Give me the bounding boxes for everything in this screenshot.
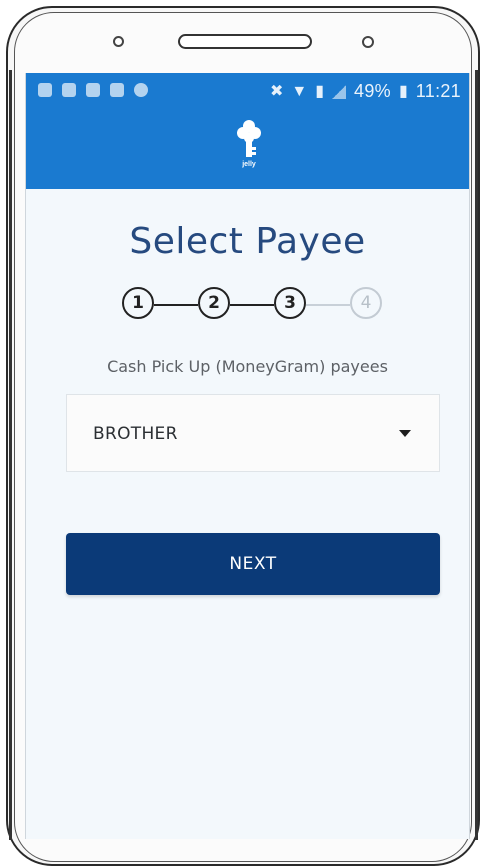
status-bar: ✖ ▼ ▮ 49% ▮ 11:21 [26,79,469,107]
system-icons: ✖ ▼ ▮ 49% ▮ 11:21 [270,81,461,102]
sim-icon [110,83,124,97]
app-screen: ✖ ▼ ▮ 49% ▮ 11:21 jelly Select Payee 1 2… [25,73,470,839]
page-title: Select Payee [129,221,366,262]
battery-percent: 49% [354,81,391,101]
sim-card-icon: ▮ [315,82,325,100]
step-3: 3 [274,287,306,319]
status-clock: 11:21 [415,81,461,101]
step-connector [230,304,274,306]
step-2: 2 [198,287,230,319]
payee-selected-value: BROTHER [93,424,178,444]
earpiece-speaker [178,34,312,49]
signal-icon [332,84,347,99]
step-1: 1 [122,287,154,319]
sync-icon [134,83,148,97]
front-camera-icon [362,36,374,48]
payee-select[interactable]: BROTHER [66,394,440,472]
wifi-icon: ▼ [291,82,308,100]
chevron-down-icon [399,430,411,437]
camera-icon [62,83,76,97]
next-button[interactable]: NEXT [66,533,440,595]
key-logo-icon [237,120,261,157]
jelly-logo: jelly [234,117,264,177]
gallery-icon [86,83,100,97]
progress-stepper: 1 2 3 4 [122,285,402,325]
battery-icon: ▮ [398,82,408,100]
mute-icon: ✖ [269,82,284,100]
notification-icons [38,83,148,97]
logo-text: jelly [242,161,256,168]
app-header: ✖ ▼ ▮ 49% ▮ 11:21 jelly [26,73,469,189]
phone-edge-right [475,70,478,840]
front-sensor-icon [113,36,124,47]
payees-label: Cash Pick Up (MoneyGram) payees [107,357,388,376]
step-4: 4 [350,287,382,319]
phone-edge-left [9,70,12,840]
step-connector [306,304,350,306]
step-connector [154,304,198,306]
message-icon [38,83,52,97]
